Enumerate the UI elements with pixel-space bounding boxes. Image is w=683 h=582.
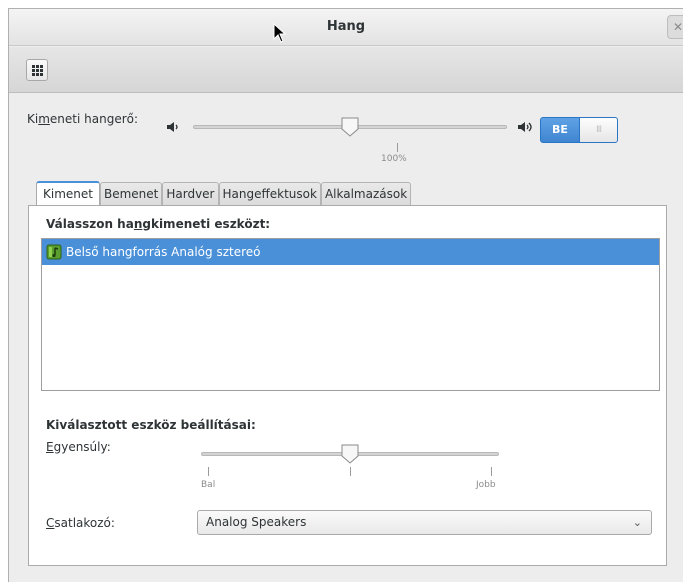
volume-100-tick	[397, 143, 398, 152]
choose-output-device-heading: Válasszon hangkimeneti eszközt:	[46, 217, 270, 231]
tab-alkalmazasok[interactable]: Alkalmazások	[320, 182, 412, 205]
output-volume-label-post: eneti hangerő:	[49, 112, 139, 126]
switch-thumb[interactable]: III	[579, 118, 617, 142]
balance-right-tick	[491, 467, 492, 476]
speaker-low-icon	[167, 122, 178, 132]
apps-grid-button[interactable]	[26, 59, 48, 81]
choose-heading-pre: Válasszon ha	[46, 217, 134, 231]
tab-bemenet[interactable]: Bemenet	[99, 182, 163, 205]
output-device-list[interactable]: Belső hangforrás Analóg sztereó	[41, 238, 660, 391]
balance-label-rest: gyensúly:	[53, 440, 111, 454]
output-volume-label-mnemonic: m	[38, 112, 50, 126]
balance-left-tick	[208, 467, 209, 476]
close-button[interactable]: ✕	[667, 15, 683, 39]
connector-label-rest: satlakozó:	[54, 516, 115, 530]
volume-100-label: 100%	[381, 154, 407, 164]
output-volume-label: Kimeneti hangerő:	[27, 112, 138, 126]
close-icon: ✕	[672, 20, 683, 34]
tab-hardver[interactable]: Hardver	[162, 182, 219, 205]
connector-dropdown[interactable]: Analog Speakers ⌄	[197, 510, 652, 535]
mouse-cursor-icon	[273, 23, 287, 43]
title-bar[interactable]: Hang ✕	[9, 9, 683, 46]
balance-right-label: Jobb	[476, 480, 496, 490]
speaker-high-icon	[518, 122, 532, 132]
tab-kimenet[interactable]: Kimenet	[36, 181, 100, 205]
balance-label-mnemonic: E	[46, 440, 54, 454]
output-mute-switch[interactable]: BE III	[540, 117, 618, 143]
connector-selected-value: Analog Speakers	[206, 515, 307, 529]
apps-grid-icon	[31, 64, 43, 76]
selected-device-settings-heading: Kiválasztott eszköz beállításai:	[46, 418, 256, 432]
balance-label: Egyensúly:	[46, 440, 111, 454]
list-item[interactable]: Belső hangforrás Analóg sztereó	[42, 239, 659, 265]
toolbar	[9, 47, 683, 93]
choose-heading-post: gkimeneti eszközt:	[142, 217, 271, 231]
balance-center-tick	[350, 467, 351, 476]
balance-slider-knob[interactable]	[341, 444, 359, 464]
tab-bar: Kimenet Bemenet Hardver Hangeffektusok A…	[36, 181, 412, 205]
tab-hangeffektusok[interactable]: Hangeffektusok	[218, 182, 321, 205]
connector-label: Csatlakozó:	[46, 516, 115, 530]
output-volume-label-pre: Ki	[27, 112, 39, 126]
output-volume-slider-knob[interactable]	[341, 117, 359, 137]
switch-on-label: BE	[541, 118, 579, 142]
audio-card-icon	[46, 244, 62, 260]
device-name: Belső hangforrás Analóg sztereó	[66, 245, 261, 259]
balance-left-label: Bal	[201, 480, 216, 490]
chevron-down-icon: ⌄	[632, 516, 642, 529]
window-title: Hang	[326, 19, 366, 34]
